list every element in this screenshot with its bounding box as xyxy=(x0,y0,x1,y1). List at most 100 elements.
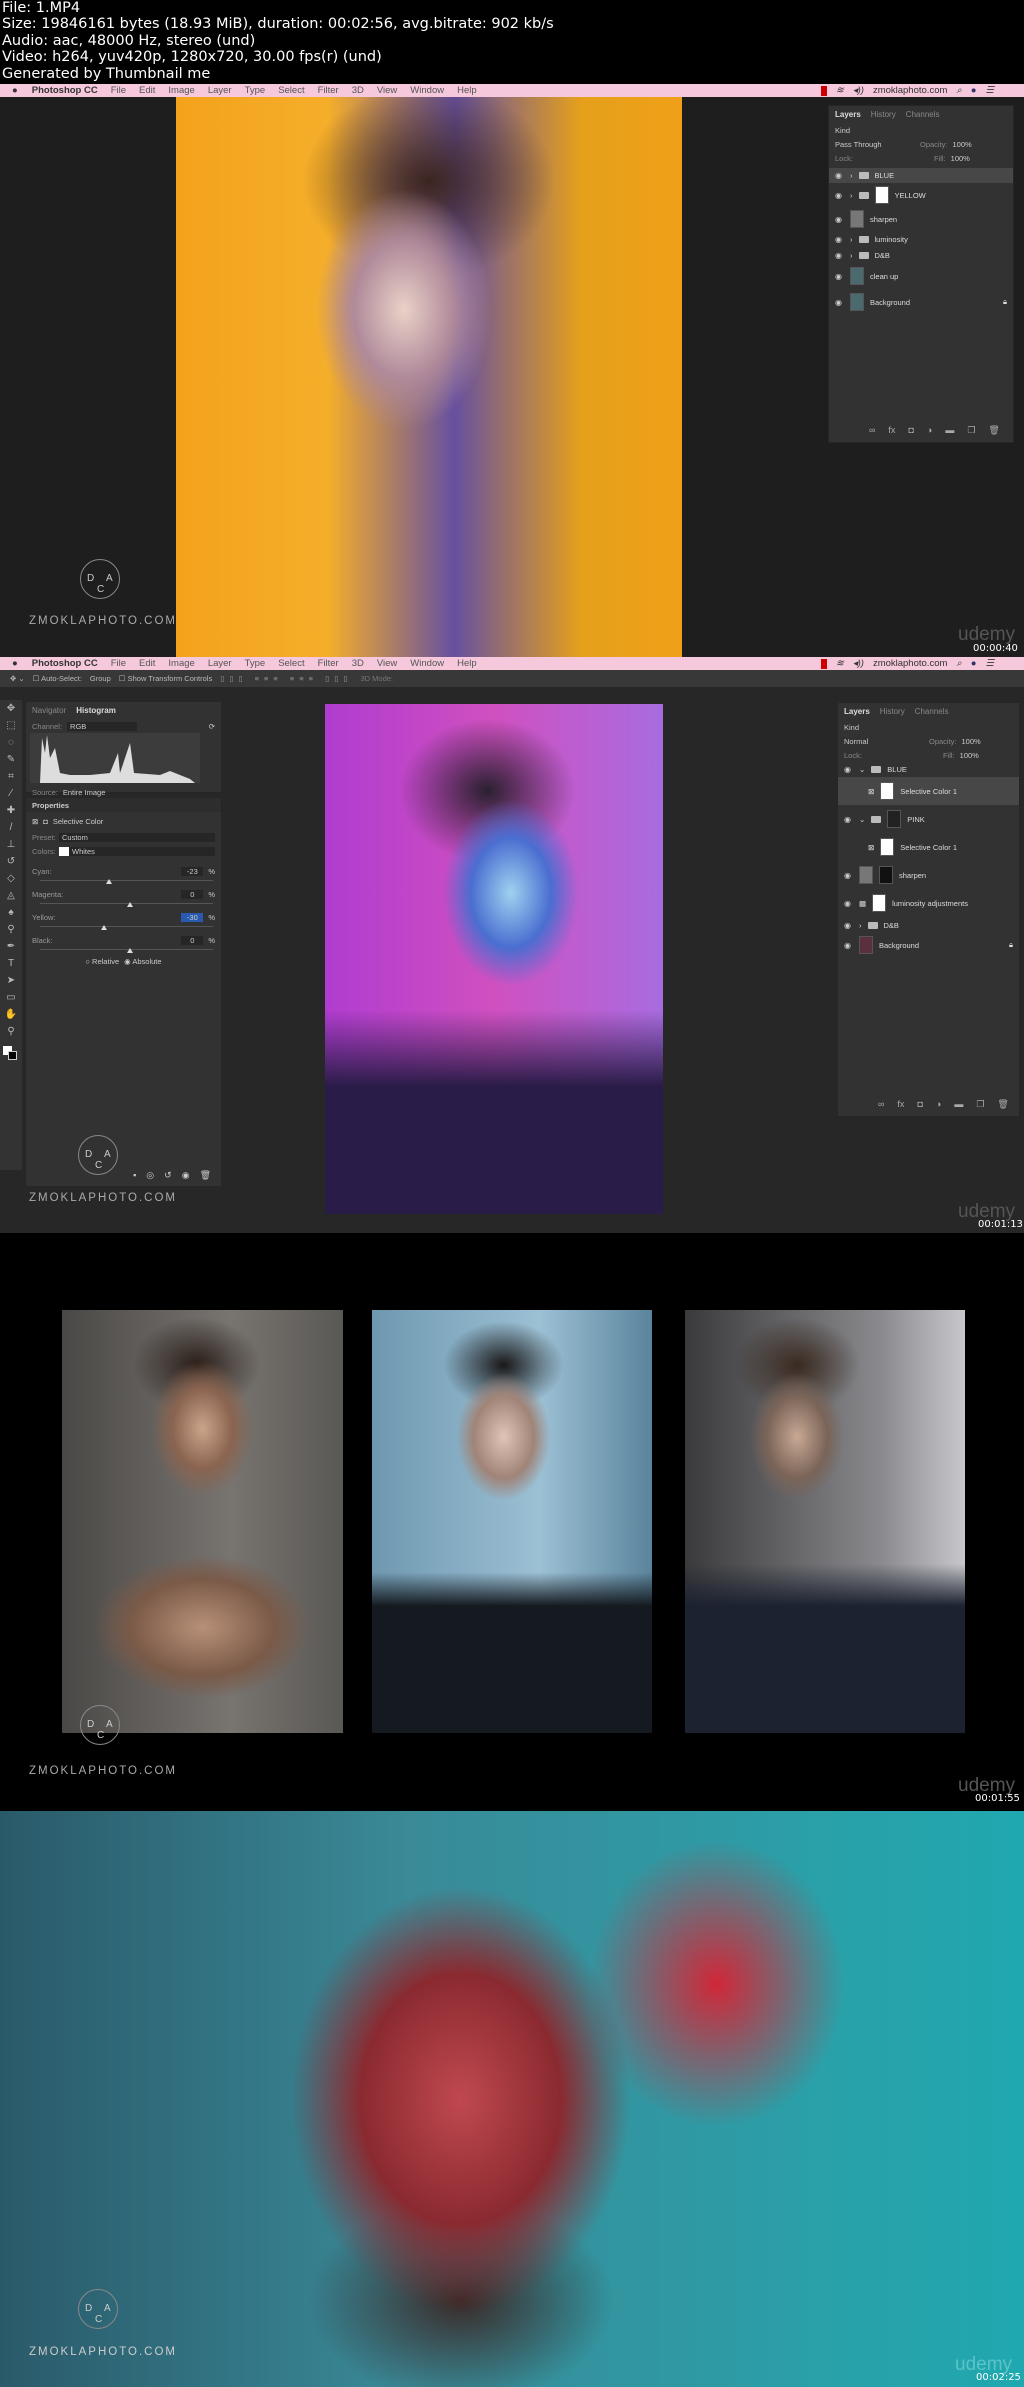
layer-item[interactable]: ⊠ Selective Color 1 xyxy=(838,833,1019,861)
new-layer-icon[interactable]: ❐ xyxy=(976,1099,984,1110)
slider-value[interactable]: 0 xyxy=(181,889,204,899)
marquee-tool-icon[interactable]: ⬚ xyxy=(4,720,18,734)
apple-icon[interactable]: ● xyxy=(12,85,18,96)
slider-track[interactable] xyxy=(40,948,213,953)
mask-icon[interactable]: ◘ xyxy=(908,425,913,436)
eye-icon[interactable]: ◉ xyxy=(835,215,844,224)
layer-item[interactable]: ◉ sharpen xyxy=(838,861,1019,889)
source-select[interactable]: Entire Image xyxy=(63,788,106,797)
menu-window[interactable]: Window xyxy=(410,658,444,669)
eye-icon[interactable]: ◉ xyxy=(835,298,844,307)
link-icon[interactable]: ∞ xyxy=(869,425,875,436)
slider-knob[interactable] xyxy=(126,902,133,907)
menu-edit[interactable]: Edit xyxy=(139,85,155,96)
menu-view[interactable]: View xyxy=(377,658,397,669)
layer-item[interactable]: ◉ Background 🔒︎ xyxy=(829,289,1013,315)
path-select-icon[interactable]: ➤ xyxy=(4,975,18,989)
layer-item[interactable]: ◉ Background 🔒︎ xyxy=(838,933,1019,957)
siri-icon[interactable]: ● xyxy=(971,85,977,96)
trash-icon[interactable]: 🗑︎ xyxy=(988,425,999,436)
layer-item[interactable]: ◉ › BLUE xyxy=(829,168,1013,183)
group-icon[interactable]: ▬ xyxy=(954,1099,963,1110)
color-swatches[interactable] xyxy=(3,1046,17,1060)
slider-knob[interactable] xyxy=(126,948,133,953)
menu-3d[interactable]: 3D xyxy=(352,85,364,96)
slider-yellow[interactable]: Yellow: -30% xyxy=(26,910,221,930)
menu-layer[interactable]: Layer xyxy=(208,658,232,669)
layer-item[interactable]: ◉ › luminosity xyxy=(829,231,1013,247)
tab-channels[interactable]: Channels xyxy=(915,707,949,716)
menu-type[interactable]: Type xyxy=(245,658,266,669)
preset-select[interactable]: Custom xyxy=(59,832,215,842)
menu-file[interactable]: File xyxy=(111,658,126,669)
menu-3d[interactable]: 3D xyxy=(352,658,364,669)
menu-image[interactable]: Image xyxy=(168,85,194,96)
blend-mode[interactable]: Pass Through xyxy=(835,140,915,149)
slider-value[interactable]: -30 xyxy=(181,912,204,922)
opacity-value[interactable]: 100% xyxy=(962,737,981,746)
search-icon[interactable]: ⌕ xyxy=(956,85,961,96)
adjustment-icon[interactable]: ◑ xyxy=(936,1099,941,1110)
channel-select[interactable]: RGB xyxy=(67,721,138,731)
clip-icon[interactable]: ▪ xyxy=(133,1170,136,1181)
siri-icon[interactable]: ● xyxy=(971,658,977,669)
menu-image[interactable]: Image xyxy=(168,658,194,669)
blur-tool-icon[interactable]: ♠ xyxy=(4,907,18,921)
relative-radio[interactable]: ○ Relative xyxy=(85,957,119,966)
layer-item[interactable]: ⊠ Selective Color 1 xyxy=(838,777,1019,805)
slider-knob[interactable] xyxy=(100,925,107,930)
stamp-tool-icon[interactable]: ⊥ xyxy=(4,839,18,853)
apple-icon[interactable]: ● xyxy=(12,658,18,669)
view-previous-icon[interactable]: ◎ xyxy=(146,1170,154,1181)
link-icon[interactable]: ∞ xyxy=(878,1099,884,1110)
layer-item[interactable]: ◉ › YELLOW xyxy=(829,183,1013,207)
layer-item[interactable]: ◉ › D&B xyxy=(838,917,1019,933)
move-tool-icon[interactable]: ✥ xyxy=(4,703,18,717)
menu-type[interactable]: Type xyxy=(245,85,266,96)
slider-knob[interactable] xyxy=(105,879,112,884)
layer-item[interactable]: ◉ › D&B xyxy=(829,247,1013,263)
opacity-value[interactable]: 100% xyxy=(953,140,972,149)
blend-mode[interactable]: Normal xyxy=(844,737,924,746)
align-icons[interactable]: ▯▯▯ ≡≡≡ ≡≡≡ ▯▯▯ xyxy=(220,674,352,683)
menu-help[interactable]: Help xyxy=(457,658,477,669)
search-icon[interactable]: ⌕ xyxy=(956,658,961,669)
brush-tool-icon[interactable]: / xyxy=(4,822,18,836)
slider-cyan[interactable]: Cyan: -23% xyxy=(26,864,221,884)
fx-icon[interactable]: fx xyxy=(897,1099,904,1110)
tab-layers[interactable]: Layers xyxy=(844,707,870,716)
eye-icon[interactable]: ◉ xyxy=(844,871,853,880)
tab-history[interactable]: History xyxy=(871,110,896,119)
menu-file[interactable]: File xyxy=(111,85,126,96)
menu-view[interactable]: View xyxy=(377,85,397,96)
menu-select[interactable]: Select xyxy=(278,658,304,669)
layer-item[interactable]: ◉ clean up xyxy=(829,263,1013,289)
slider-track[interactable] xyxy=(40,902,213,907)
adjustment-icon[interactable]: ◑ xyxy=(927,425,932,436)
eye-icon[interactable]: ◉ xyxy=(835,235,844,244)
lasso-tool-icon[interactable]: ◌ xyxy=(4,737,18,751)
healing-tool-icon[interactable]: ✚ xyxy=(4,805,18,819)
menu-app[interactable]: Photoshop CC xyxy=(32,658,98,669)
fill-value[interactable]: 100% xyxy=(960,751,979,760)
hand-tool-icon[interactable]: ✋ xyxy=(4,1009,18,1023)
eye-icon[interactable]: ◉ xyxy=(835,171,844,180)
group-icon[interactable]: ▬ xyxy=(945,425,954,436)
eye-icon[interactable]: ◉ xyxy=(835,272,844,281)
tab-layers[interactable]: Layers xyxy=(835,110,861,119)
eye-icon[interactable]: ◉ xyxy=(844,765,853,774)
auto-select-checkbox[interactable]: ☐ Auto-Select: xyxy=(33,674,82,683)
crop-tool-icon[interactable]: ⌗ xyxy=(4,771,18,785)
layer-item[interactable]: ◉ sharpen xyxy=(829,207,1013,231)
type-tool-icon[interactable]: T xyxy=(4,958,18,972)
absolute-radio[interactable]: ◉ Absolute xyxy=(124,957,161,966)
eye-icon[interactable]: ◉ xyxy=(844,815,853,824)
slider-track[interactable] xyxy=(40,879,213,884)
slider-value[interactable]: 0 xyxy=(181,935,204,945)
pen-tool-icon[interactable]: ✒ xyxy=(4,941,18,955)
tab-history[interactable]: History xyxy=(880,707,905,716)
visibility-icon[interactable]: ◉ xyxy=(182,1170,190,1181)
menu-window[interactable]: Window xyxy=(410,85,444,96)
history-brush-icon[interactable]: ↺ xyxy=(4,856,18,870)
reset-icon[interactable]: ↺ xyxy=(164,1170,172,1181)
